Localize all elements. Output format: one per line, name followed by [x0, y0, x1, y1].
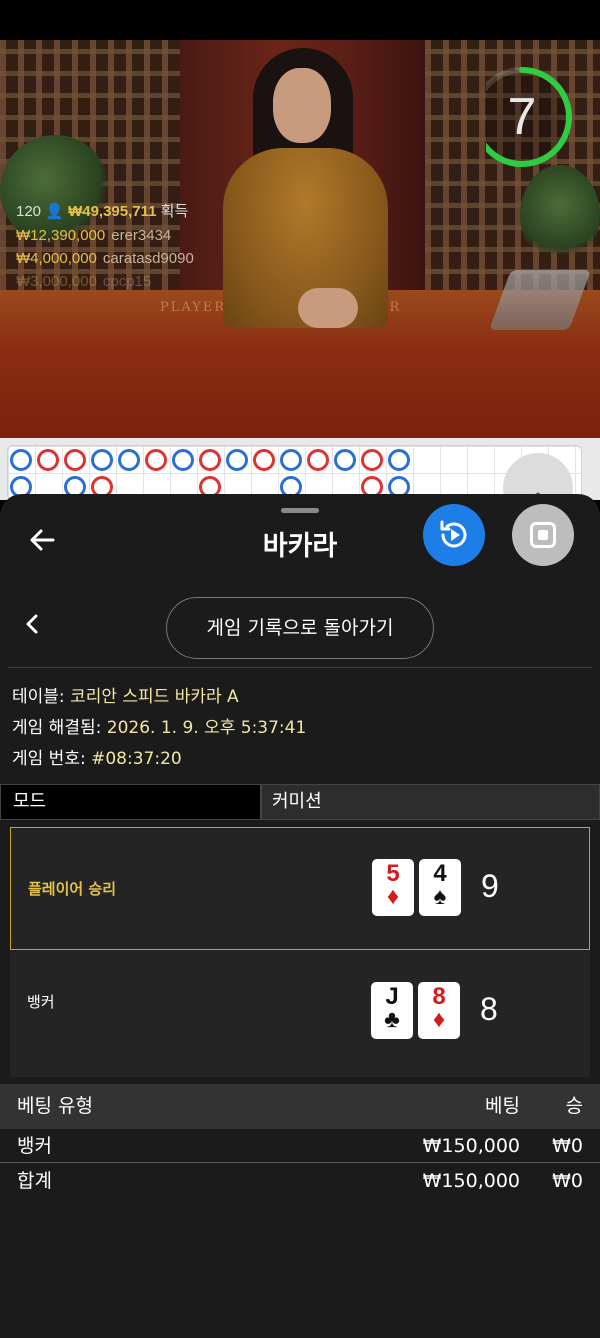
resolved-value: 2026. 1. 9. 오후 5:37:41 — [106, 718, 307, 738]
bead-road[interactable] — [7, 445, 582, 500]
bead-banker — [361, 449, 383, 471]
bead-banker — [253, 449, 275, 471]
back-to-history-button[interactable]: 게임 기록으로 돌아가기 — [166, 597, 434, 659]
banker-result-label: 뱅커 — [27, 993, 55, 1011]
card-rank: 4 — [433, 860, 447, 887]
win-amount: ₩0 — [552, 1135, 583, 1157]
card-suit: ♣ — [384, 1006, 400, 1033]
bead-player — [10, 449, 32, 471]
header-bet-amount: 베팅 — [485, 1095, 520, 1117]
player-result-label: 플레이어 승리 — [28, 880, 117, 898]
bead-player — [334, 449, 356, 471]
divider — [8, 667, 592, 668]
card-suit: ♦ — [386, 883, 400, 910]
sheet-grabber[interactable] — [281, 508, 319, 513]
bet-table-header: 베팅 유형 베팅 승 — [0, 1084, 600, 1129]
banker-score: 8 — [480, 991, 498, 1027]
table-info: 테이블: 코리안 스피드 바카라 A — [12, 682, 239, 707]
winner-amount: ₩3,000,000 — [16, 273, 97, 290]
card-rank: 5 — [386, 860, 400, 887]
total-bet-amount: ₩150,000 — [422, 1170, 520, 1192]
mode-row: 모드 커미션 — [0, 784, 600, 820]
table-row-total: 합계 ₩150,000 ₩0 — [0, 1164, 600, 1198]
table-row: 뱅커 ₩150,000 ₩0 — [0, 1129, 600, 1163]
sheet-title: 바카라 — [262, 531, 338, 562]
player-result-row: 플레이어 승리 5 ♦ 4 ♠ 9 — [10, 827, 590, 950]
winner-amount: ₩12,390,000 — [16, 227, 106, 244]
round-info: 게임 번호: #08:37:20 — [12, 744, 182, 769]
timer-seconds: 7 — [507, 88, 537, 146]
bead-player — [280, 449, 302, 471]
winners-suffix: 획득 — [160, 203, 189, 220]
felt-player-label: PLAYER — [160, 300, 227, 315]
bet-amount: ₩150,000 — [422, 1135, 520, 1157]
dealer — [218, 48, 393, 338]
mode-value: 커미션 — [261, 784, 600, 820]
winner-name: erer3434 — [111, 227, 172, 244]
winners-summary: 120 👤 ₩49,395,711 획득 — [16, 200, 194, 221]
player-score: 9 — [481, 868, 499, 904]
winner-amount: ₩4,000,000 — [16, 250, 97, 267]
resolved-info: 게임 해결됨: 2026. 1. 9. 오후 5:37:41 — [12, 713, 306, 738]
card-rank: J — [385, 983, 399, 1010]
stop-icon — [530, 522, 556, 548]
banker-card-1: J ♣ — [371, 982, 413, 1039]
bead-banker — [145, 449, 167, 471]
winners-count: 120 — [16, 203, 42, 220]
winners-overlay: 120 👤 ₩49,395,711 획득 ₩12,390,000 erer3434… — [16, 200, 194, 290]
bead-banker — [37, 449, 59, 471]
card-suit: ♠ — [433, 883, 447, 910]
bead-banker — [307, 449, 329, 471]
bead-player — [118, 449, 140, 471]
player-card-1: 5 ♦ — [372, 859, 414, 916]
game-history-sheet: 바카라 게임 기록으로 돌아가기 테이블: 코리안 스피드 바카라 A 게임 해… — [0, 494, 600, 1338]
bead-player — [388, 449, 410, 471]
card-rank: 8 — [432, 983, 446, 1010]
bead-player — [226, 449, 248, 471]
user-icon: 👤 — [45, 203, 64, 220]
table-label: 테이블: — [12, 687, 65, 707]
chevron-left-icon[interactable] — [22, 612, 42, 643]
replay-button[interactable] — [423, 504, 485, 566]
total-label: 합계 — [17, 1170, 52, 1192]
winners-total: ₩49,395,711 — [68, 203, 157, 220]
winner-row: ₩12,390,000 erer3434 — [16, 227, 194, 244]
round-label: 게임 번호: — [12, 749, 86, 769]
plant-right — [520, 165, 600, 265]
bet-type: 뱅커 — [17, 1135, 52, 1157]
round-value: #08:37:20 — [91, 749, 182, 769]
winner-name: cpcp15 — [102, 273, 152, 290]
card-suit: ♦ — [432, 1006, 446, 1033]
table-value: 코리안 스피드 바카라 A — [70, 687, 239, 707]
countdown-timer: 7 — [472, 64, 576, 170]
status-bar — [0, 0, 600, 40]
bead-player — [91, 449, 113, 471]
bead-banker — [64, 449, 86, 471]
resolved-label: 게임 해결됨: — [12, 718, 102, 738]
bead-banker — [199, 449, 221, 471]
player-card-2: 4 ♠ — [419, 859, 461, 916]
bead-player — [172, 449, 194, 471]
mode-label: 모드 — [0, 784, 261, 820]
replay-icon — [440, 520, 467, 548]
banker-card-2: 8 ♦ — [418, 982, 460, 1039]
winner-name: caratasd9090 — [102, 250, 194, 267]
winner-row: ₩4,000,000 caratasd9090 — [16, 250, 194, 267]
banker-result-row: 뱅커 J ♣ 8 ♦ 8 — [10, 951, 590, 1074]
header-win-amount: 승 — [565, 1095, 583, 1117]
total-win-amount: ₩0 — [552, 1170, 583, 1192]
winner-row: ₩3,000,000 cpcp15 — [16, 273, 194, 290]
round-result: 플레이어 승리 5 ♦ 4 ♠ 9 뱅커 J ♣ 8 ♦ 8 — [10, 827, 590, 1077]
stop-button[interactable] — [512, 504, 574, 566]
header-bet-type: 베팅 유형 — [17, 1095, 93, 1117]
